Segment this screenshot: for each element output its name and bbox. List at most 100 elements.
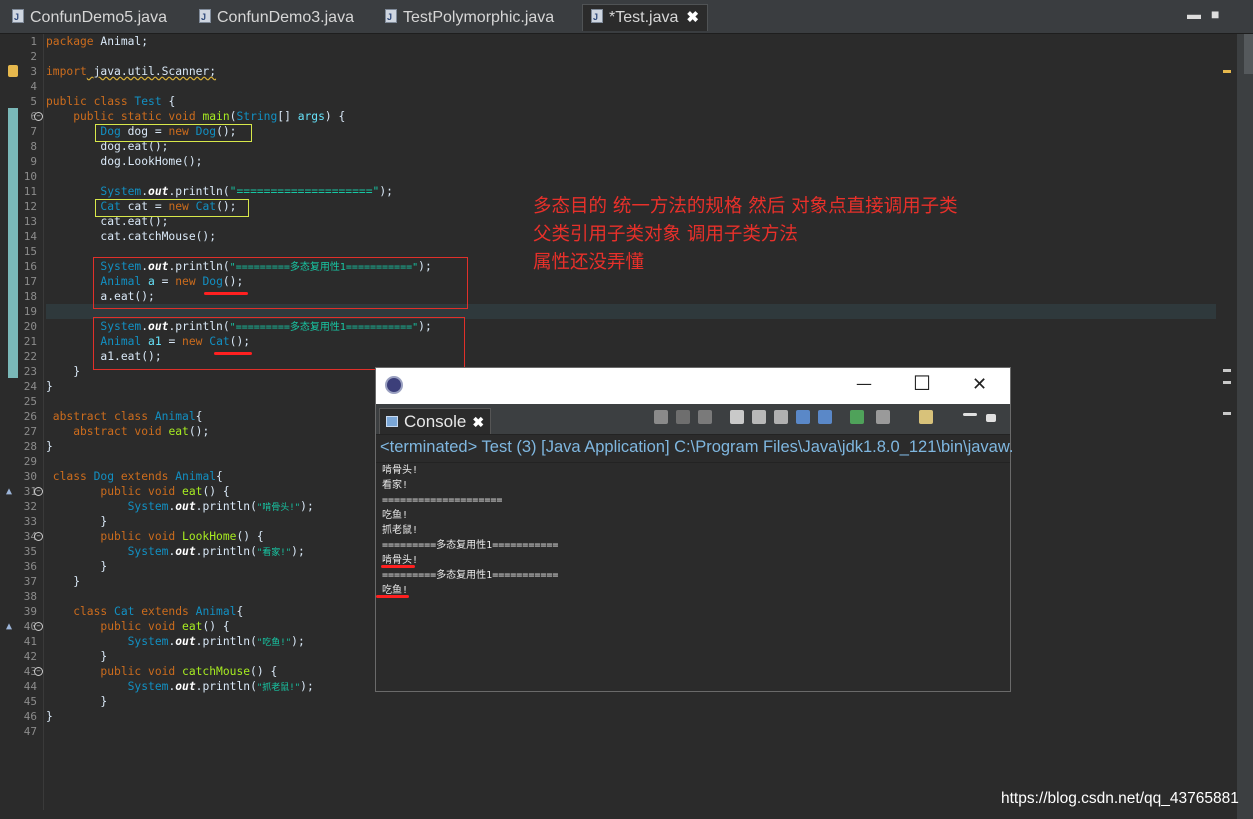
scrollbar-thumb[interactable]: [1244, 34, 1253, 74]
line-number: 45: [23, 695, 37, 708]
show-on-stderr-icon[interactable]: [818, 410, 832, 424]
tab-label: ConfunDemo3.java: [217, 9, 354, 26]
change-bar: [8, 108, 18, 378]
tab-testpolymorphic[interactable]: TestPolymorphic.java: [385, 4, 555, 31]
tab-label: *Test.java: [609, 9, 679, 26]
line-number: 16: [23, 260, 37, 273]
line-number: 22: [23, 350, 37, 363]
tab-test-active[interactable]: *Test.java ✖: [582, 4, 708, 31]
code-line-28: }: [46, 440, 53, 453]
line-number-column: 1234567891011121314151617181920212223242…: [19, 34, 44, 810]
red-underline-output-cat: [376, 595, 409, 598]
line-number: 12: [23, 200, 37, 213]
overview-ruler[interactable]: [1218, 34, 1237, 810]
code-line-45: }: [46, 695, 108, 708]
code-line-14: cat.catchMouse();: [46, 230, 217, 243]
fold-toggle-icon[interactable]: −: [34, 667, 43, 676]
code-line-42: }: [46, 650, 108, 663]
line-number: 10: [23, 170, 37, 183]
line-number: 25: [23, 395, 37, 408]
line-number: 41: [23, 635, 37, 648]
tab-label: TestPolymorphic.java: [403, 9, 555, 26]
fold-toggle-icon[interactable]: −: [34, 487, 43, 496]
remove-launch-icon[interactable]: [676, 410, 690, 424]
tab-console[interactable]: Console ✖: [379, 408, 492, 434]
warning-marker[interactable]: [1223, 70, 1231, 73]
annotation-line-1: 多态目的 统一方法的规格 然后 对象点直接调用子类: [533, 196, 958, 217]
line-number: 5: [30, 95, 37, 108]
code-line-6: public static void main(String[] args) {: [46, 110, 346, 123]
line-number: 15: [23, 245, 37, 258]
code-line-37: }: [46, 575, 81, 588]
fold-toggle-icon[interactable]: −: [34, 622, 43, 631]
console-toolbar: Console ✖: [376, 404, 1010, 435]
code-line-24: }: [46, 380, 53, 393]
minimize-editor-button[interactable]: ▬: [1187, 6, 1201, 22]
line-number: 7: [30, 125, 37, 138]
show-on-stdout-icon[interactable]: [796, 410, 810, 424]
line-number: 17: [23, 275, 37, 288]
java-file-icon: [591, 4, 603, 30]
code-line-31: public void eat() {: [46, 485, 230, 498]
output-line: =========多态复用性1===========: [382, 570, 559, 581]
tab-confundemo3[interactable]: ConfunDemo3.java: [199, 4, 354, 31]
fold-toggle-icon[interactable]: −: [34, 112, 43, 121]
close-console-tab-icon[interactable]: ✖: [472, 414, 484, 430]
line-number: 3: [30, 65, 37, 78]
line-number: 35: [23, 545, 37, 558]
override-marker-icon: ▲: [6, 486, 13, 497]
console-tab-label: Console: [404, 412, 467, 431]
overview-gutter: [0, 34, 8, 810]
pin-console-icon[interactable]: [850, 410, 864, 424]
highlight-box-cat: [95, 199, 249, 217]
clear-console-icon[interactable]: [730, 410, 744, 424]
word-wrap-icon[interactable]: [774, 410, 788, 424]
remove-all-icon[interactable]: [698, 410, 712, 424]
code-line-1: package Animal;: [46, 35, 149, 48]
tab-label: ConfunDemo5.java: [30, 9, 167, 26]
minimize-window-button[interactable]: —: [856, 374, 872, 393]
watermark: https://blog.csdn.net/qq_43765881: [1001, 790, 1239, 807]
annotation-line-3: 属性还没弄懂: [533, 252, 645, 273]
code-line-39: class Cat extends Animal{: [46, 605, 244, 618]
scroll-lock-icon[interactable]: [752, 410, 766, 424]
line-number: 23: [23, 365, 37, 378]
console-title-bar[interactable]: — ☐ ✕: [376, 368, 1010, 404]
console-window[interactable]: — ☐ ✕ Console ✖ <terminated> Test (3) [Ja…: [375, 367, 1014, 692]
line-number: 30: [23, 470, 37, 483]
eclipse-logo-icon: [385, 376, 403, 394]
red-underline-cat: [214, 352, 252, 355]
terminate-icon[interactable]: [654, 410, 668, 424]
line-number: 13: [23, 215, 37, 228]
line-number: 44: [23, 680, 37, 693]
highlight-box-animal-a: [93, 257, 468, 309]
tab-confundemo5[interactable]: ConfunDemo5.java: [12, 4, 167, 31]
close-tab-icon[interactable]: ✖: [686, 9, 699, 26]
maximize-window-button[interactable]: ☐: [913, 371, 931, 395]
maximize-view-icon[interactable]: [986, 414, 996, 422]
display-console-icon[interactable]: [876, 410, 890, 424]
line-number: 29: [23, 455, 37, 468]
open-console-icon[interactable]: [919, 410, 933, 424]
ruler-marker[interactable]: [1223, 369, 1231, 372]
line-number: 27: [23, 425, 37, 438]
highlight-box-dog: [95, 124, 252, 142]
console-output[interactable]: 啃骨头! 看家! ==================== 吃鱼! 抓老鼠! =…: [376, 462, 1010, 691]
line-number: 38: [23, 590, 37, 603]
output-line: 啃骨头!: [382, 465, 419, 476]
line-number: 42: [23, 650, 37, 663]
warning-icon: [8, 65, 18, 77]
maximize-editor-button[interactable]: ■: [1211, 6, 1219, 22]
line-number: 20: [23, 320, 37, 333]
ruler-marker[interactable]: [1223, 381, 1231, 384]
fold-toggle-icon[interactable]: −: [34, 532, 43, 541]
close-window-button[interactable]: ✕: [972, 374, 987, 395]
vertical-scrollbar[interactable]: [1237, 34, 1253, 819]
code-line-43: public void catchMouse() {: [46, 665, 278, 678]
ruler-marker[interactable]: [1223, 412, 1231, 415]
java-file-icon: [199, 4, 211, 30]
line-number: 33: [23, 515, 37, 528]
minimize-view-icon[interactable]: [963, 413, 977, 416]
code-line-23: }: [46, 365, 81, 378]
console-status-line: <terminated> Test (3) [Java Application]…: [380, 438, 1014, 456]
